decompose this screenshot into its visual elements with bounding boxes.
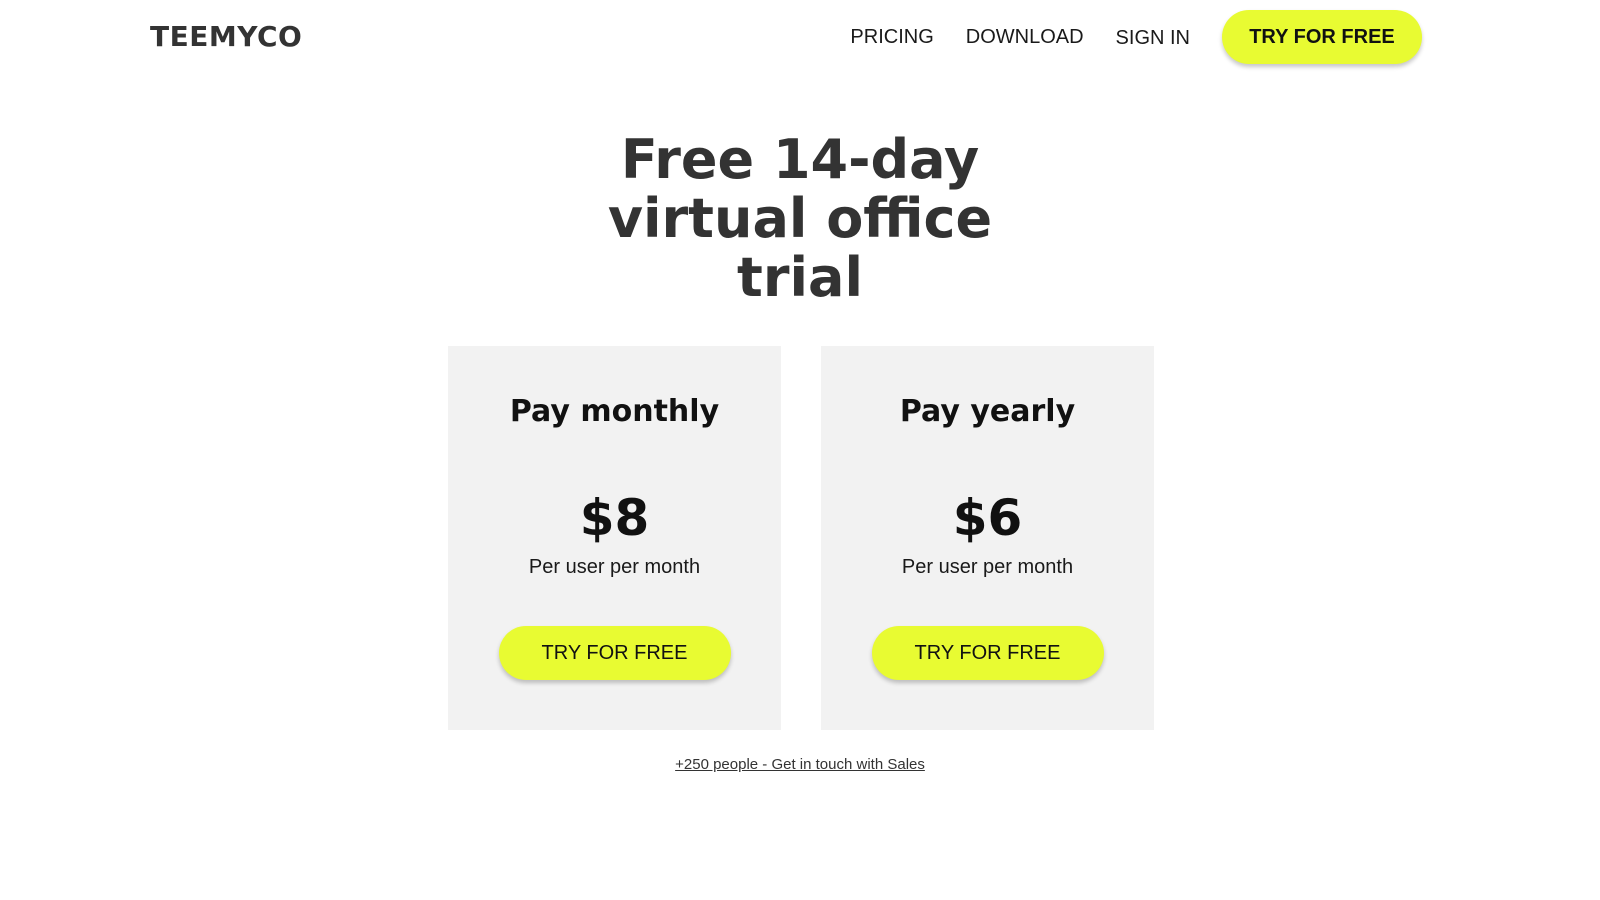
sales-contact: +250 people - Get in touch with Sales bbox=[0, 756, 1600, 773]
plan-price: $8 bbox=[579, 489, 650, 547]
page-title: Free 14-day virtual office trial bbox=[0, 130, 1600, 307]
nav-sign-in-link[interactable]: SIGN IN bbox=[1116, 27, 1190, 50]
header-try-free-button[interactable]: TRY FOR FREE bbox=[1222, 10, 1422, 64]
plan-name: Pay yearly bbox=[899, 394, 1076, 429]
plan-price-unit: Per user per month bbox=[528, 556, 701, 578]
logo[interactable]: TEEMYCO bbox=[150, 20, 302, 54]
page-title-line-1: Free 14-day bbox=[620, 128, 980, 191]
contact-sales-link[interactable]: +250 people - Get in touch with Sales bbox=[675, 756, 925, 773]
plan-card-monthly: Pay monthly $8 Per user per month TRY FO… bbox=[448, 346, 781, 730]
page-title-line-3: trial bbox=[737, 246, 863, 309]
plan-card-yearly: Pay yearly $6 Per user per month TRY FOR… bbox=[821, 346, 1154, 730]
nav-download-link[interactable]: DOWNLOAD bbox=[966, 26, 1084, 49]
plan-price: $6 bbox=[952, 489, 1023, 547]
nav-pricing-link[interactable]: PRICING bbox=[850, 26, 933, 49]
site-header: TEEMYCO PRICING DOWNLOAD SIGN IN TRY FOR… bbox=[0, 0, 1600, 72]
pricing-plans: Pay monthly $8 Per user per month TRY FO… bbox=[448, 346, 1154, 730]
pricing-page: TEEMYCO PRICING DOWNLOAD SIGN IN TRY FOR… bbox=[0, 0, 1600, 900]
plan-price-unit: Per user per month bbox=[901, 556, 1074, 578]
monthly-try-free-button[interactable]: TRY FOR FREE bbox=[498, 626, 731, 680]
page-title-line-2: virtual office bbox=[607, 187, 993, 250]
plan-name: Pay monthly bbox=[509, 394, 720, 429]
yearly-try-free-button[interactable]: TRY FOR FREE bbox=[871, 626, 1104, 680]
main-nav: PRICING DOWNLOAD SIGN IN TRY FOR FREE bbox=[850, 10, 1422, 64]
